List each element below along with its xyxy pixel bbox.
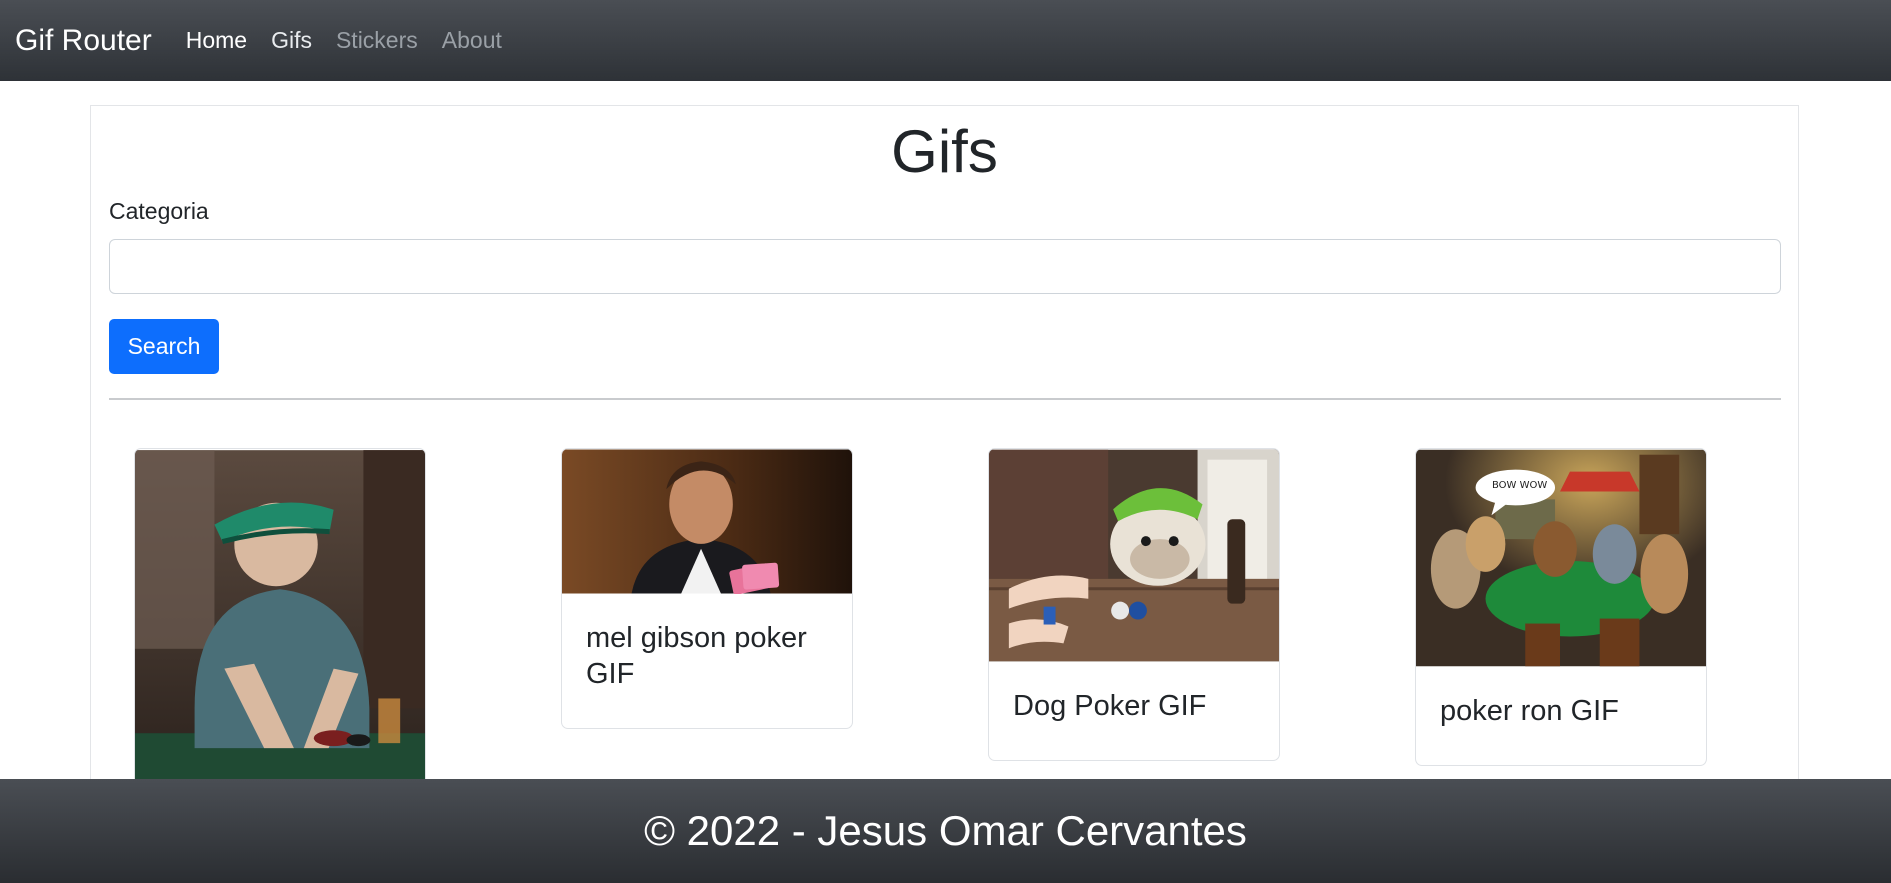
top-navbar: Gif Router Home Gifs Stickers About <box>0 0 1891 81</box>
gif-card[interactable] <box>134 448 426 788</box>
gif-card[interactable]: Dog Poker GIF <box>988 448 1280 761</box>
nav-link-gifs[interactable]: Gifs <box>271 27 312 54</box>
nav-link-stickers[interactable]: Stickers <box>336 27 418 54</box>
gif-image <box>1416 449 1706 667</box>
footer: © 2022 - Jesus Omar Cervantes <box>0 779 1891 883</box>
gif-image <box>135 450 425 787</box>
category-input[interactable] <box>109 239 1781 294</box>
category-label: Categoria <box>109 198 209 224</box>
nav-link-about[interactable]: About <box>442 27 502 54</box>
nav-link-home[interactable]: Home <box>186 27 247 54</box>
footer-text: © 2022 - Jesus Omar Cervantes <box>644 807 1247 854</box>
gif-image <box>989 449 1279 662</box>
divider <box>109 398 1781 400</box>
card-title: mel gibson poker GIF <box>586 622 807 690</box>
speech-bubble-text: BOW WOW <box>1492 480 1548 491</box>
search-button[interactable]: Search <box>109 319 219 374</box>
main-container: Gifs Categoria Search mel gibson poker G… <box>90 105 1799 805</box>
page-title: Gifs <box>891 118 998 185</box>
gif-image <box>562 449 852 594</box>
card-title: Dog Poker GIF <box>1013 690 1207 722</box>
card-title: poker ron GIF <box>1440 695 1619 727</box>
gif-card[interactable]: poker ron GIF BOW WOW <box>1415 448 1707 766</box>
navbar-brand[interactable]: Gif Router <box>15 24 152 58</box>
gif-card[interactable]: mel gibson poker GIF <box>561 448 853 729</box>
